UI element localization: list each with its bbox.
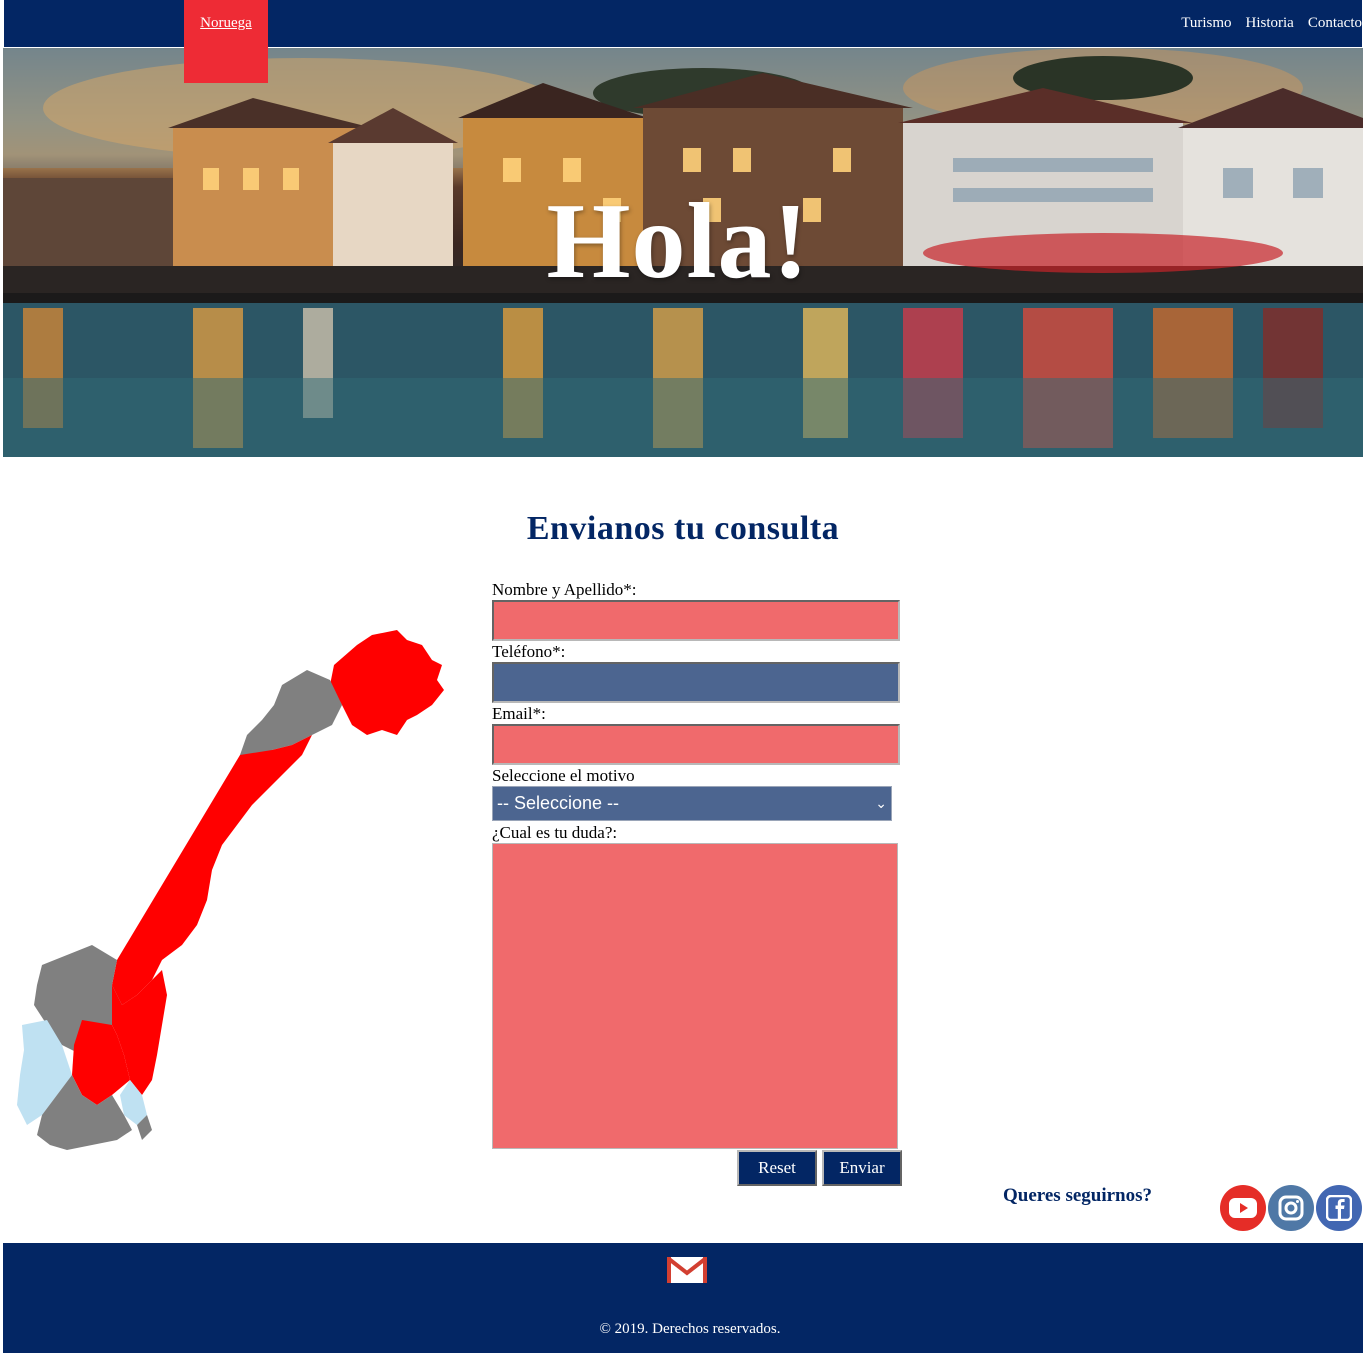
hero-title: Hola!	[546, 182, 810, 301]
email-input[interactable]	[492, 724, 900, 765]
name-input[interactable]	[492, 600, 900, 641]
nav-link-turismo[interactable]: Turismo	[1181, 15, 1231, 32]
nav-link-historia[interactable]: Historia	[1246, 15, 1294, 32]
question-textarea[interactable]	[492, 843, 898, 1149]
form-buttons: Reset Enviar	[737, 1150, 902, 1186]
email-label: Email*:	[492, 704, 546, 723]
reason-select[interactable]: -- Seleccione -- ⌄	[492, 786, 892, 821]
copyright-text: © 2019. Derechos reservados.	[599, 1321, 781, 1337]
contact-form: Nombre y Apellido*: Teléfono*: Email*: S…	[492, 580, 902, 1186]
follow-us-title: Queres seguirnos?	[1003, 1185, 1153, 1206]
question-label: ¿Cual es tu duda?:	[492, 823, 618, 842]
gmail-icon[interactable]	[667, 1257, 707, 1283]
reason-label: Seleccione el motivo	[492, 766, 635, 785]
footer: © 2019. Derechos reservados.	[3, 1243, 1363, 1353]
nav-link-contacto[interactable]: Contacto	[1308, 15, 1362, 32]
chevron-down-icon: ⌄	[875, 795, 887, 811]
contact-section-title: Envianos tu consulta	[526, 510, 840, 547]
phone-input[interactable]	[492, 662, 900, 703]
reason-select-value: -- Seleccione --	[497, 793, 620, 813]
instagram-icon[interactable]	[1268, 1185, 1314, 1231]
send-button[interactable]: Enviar	[822, 1150, 902, 1186]
facebook-icon[interactable]	[1316, 1185, 1362, 1231]
youtube-icon[interactable]	[1220, 1185, 1266, 1231]
hero-banner: Hola!	[3, 48, 1363, 457]
reset-button[interactable]: Reset	[737, 1150, 817, 1186]
name-label: Nombre y Apellido*:	[492, 580, 637, 599]
phone-label: Teléfono*:	[492, 642, 566, 661]
norway-map-image	[17, 630, 444, 1150]
nav-links: Turismo Historia Contacto	[1167, 15, 1362, 32]
brand-logo-link[interactable]: Noruega	[184, 0, 268, 83]
